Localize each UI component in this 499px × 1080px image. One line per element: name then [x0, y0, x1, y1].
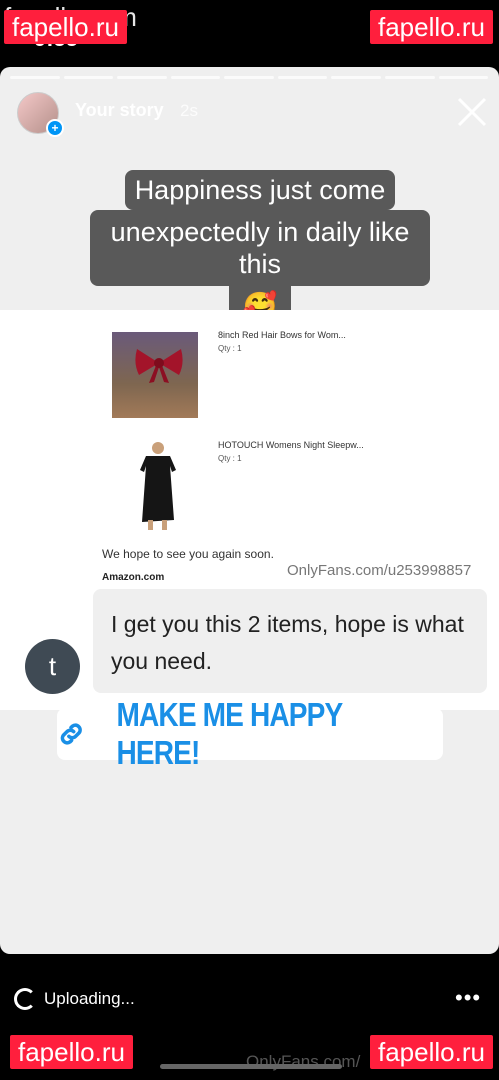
story-progress-bar [10, 76, 489, 79]
watermark-top-left: fapello.ru [4, 10, 127, 44]
link-sticker[interactable]: MAKE ME HAPPY HERE! [57, 696, 443, 771]
add-story-icon[interactable]: + [46, 119, 64, 137]
progress-segment [438, 76, 489, 79]
caption-line-1: Happiness just come [124, 170, 396, 210]
upload-status: Uploading... [14, 988, 135, 1010]
product-name: HOTOUCH Womens Night Sleepw... [218, 440, 364, 450]
progress-segment [331, 76, 381, 79]
product-image-nightgown [140, 442, 176, 530]
hair-bow-icon [135, 349, 183, 383]
link-icon [60, 723, 82, 745]
close-icon[interactable] [456, 96, 488, 128]
progress-segment [277, 76, 328, 79]
home-indicator[interactable] [160, 1064, 342, 1069]
progress-segment [63, 76, 114, 79]
story-title[interactable]: Your story [75, 100, 164, 121]
watermark-top-right: fapello.ru [370, 10, 493, 44]
product-name: 8inch Red Hair Bows for Wom... [218, 330, 346, 340]
progress-segment [170, 76, 221, 79]
onlyfans-watermark: OnlyFans.com/u253998857 [287, 562, 472, 579]
bottom-watermark: OnlyFans.com/ [246, 1052, 361, 1071]
more-options-icon[interactable]: ••• [455, 985, 481, 1011]
spinner-icon [14, 988, 36, 1010]
progress-segment [10, 76, 60, 79]
link-sticker-label[interactable]: MAKE ME HAPPY HERE! [116, 696, 416, 772]
watermark-bottom-left: fapello.ru [10, 1035, 133, 1069]
watermark-bottom-right: fapello.ru [370, 1035, 493, 1069]
message-text: I get you this 2 items, hope is what you… [111, 611, 464, 674]
progress-segment [224, 76, 274, 79]
receipt-hope-text: We hope to see you again soon. [102, 547, 274, 561]
message-avatar: t [25, 639, 80, 694]
product-qty: Qty : 1 [218, 344, 242, 353]
caption-line-2: unexpectedly in daily like this [90, 210, 430, 286]
product-qty: Qty : 1 [218, 454, 242, 463]
progress-segment [117, 76, 167, 79]
uploading-label: Uploading... [44, 989, 135, 1008]
progress-segment [384, 76, 435, 79]
receipt-brand: Amazon.com [102, 572, 165, 583]
story-caption: Happiness just come unexpectedly in dail… [90, 170, 430, 330]
story-timestamp: 2s [180, 101, 198, 120]
